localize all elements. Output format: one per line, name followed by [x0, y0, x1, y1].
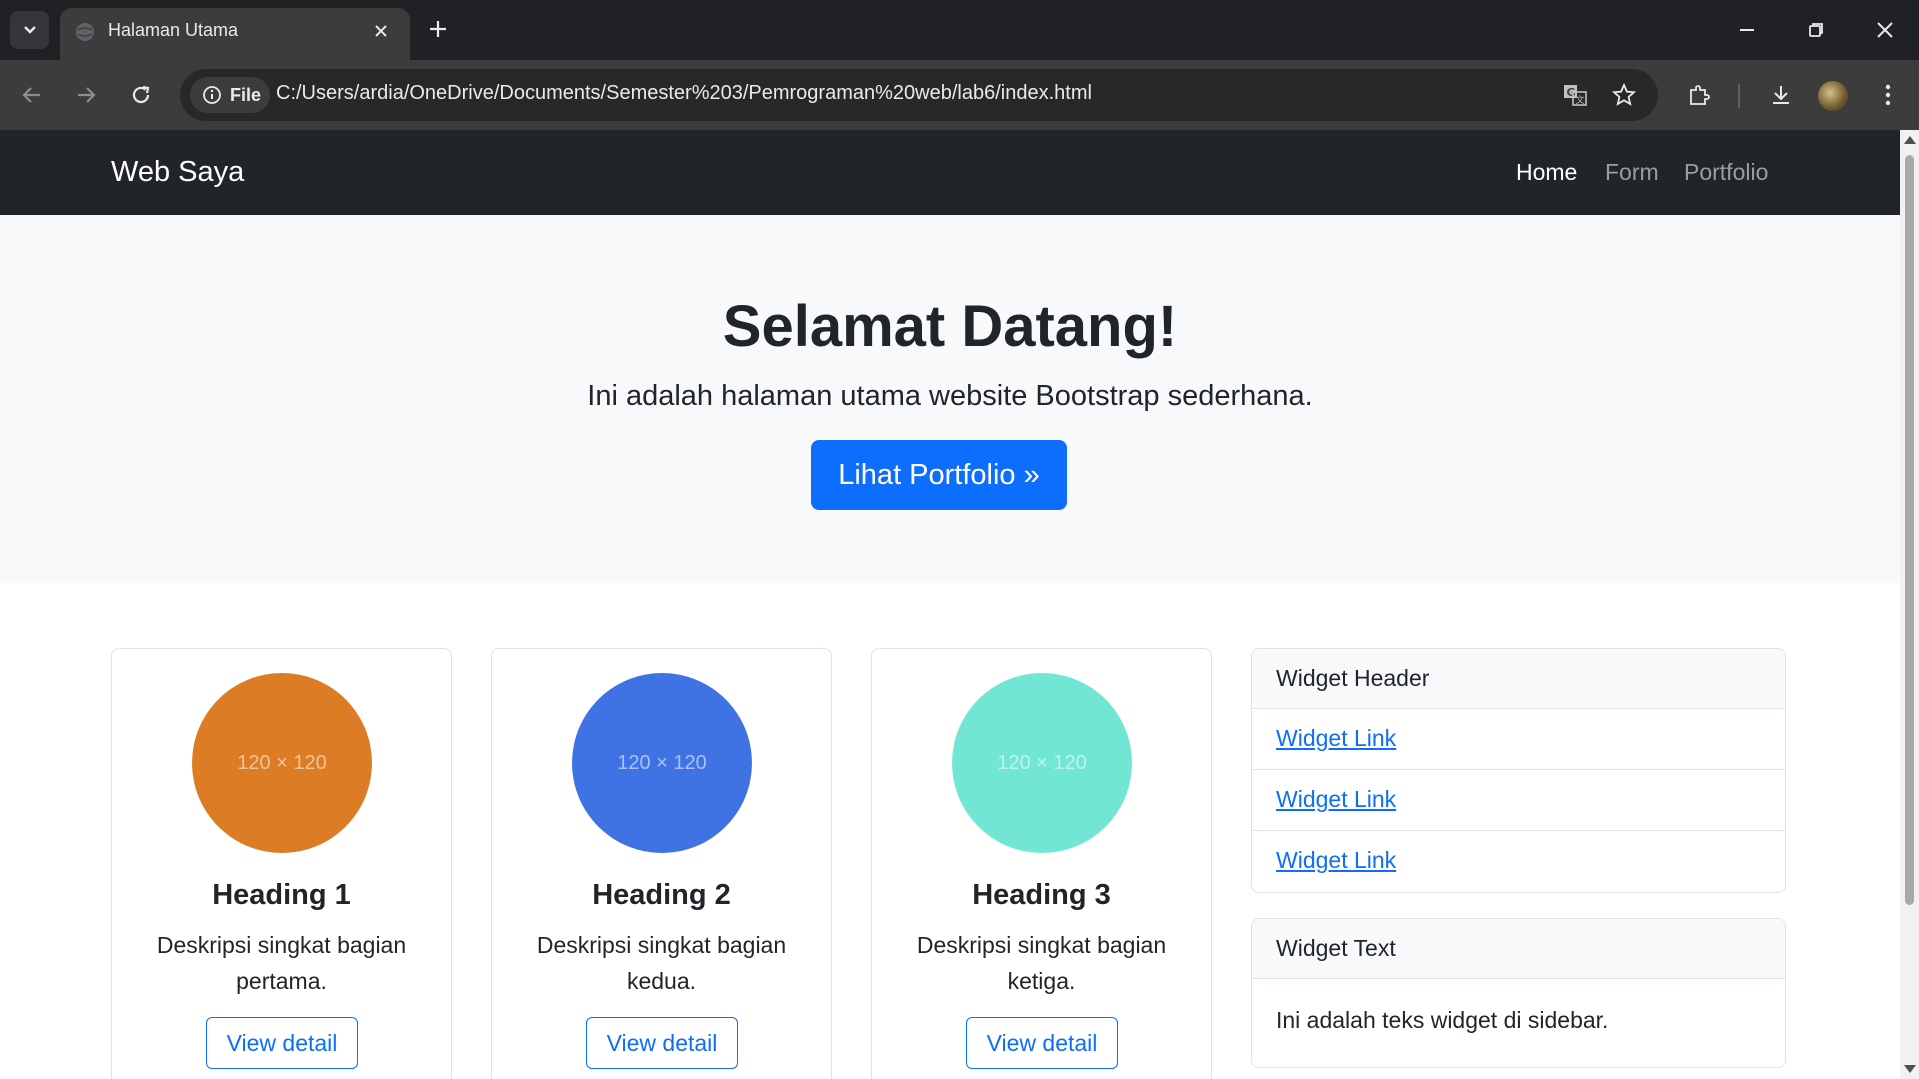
card-description: Deskripsi singkat bagian ketiga.: [916, 932, 1167, 994]
widget-header: Widget Text: [1252, 919, 1785, 979]
scroll-up-arrow[interactable]: [1904, 136, 1916, 144]
svg-text:文: 文: [1576, 94, 1585, 106]
nav-link-form[interactable]: Form: [1605, 159, 1659, 186]
view-detail-button[interactable]: View detail: [586, 1017, 738, 1069]
close-tab-button[interactable]: [370, 20, 392, 42]
hero-lead: Ini adalah halaman utama website Bootstr…: [587, 380, 1313, 412]
list-item: Widget Link: [1252, 831, 1785, 892]
page-scrollbar[interactable]: [1900, 130, 1919, 1079]
reload-button[interactable]: [123, 77, 159, 113]
card-description: Deskripsi singkat bagian kedua.: [536, 932, 787, 994]
scroll-down-arrow[interactable]: [1904, 1065, 1916, 1073]
navbar-brand[interactable]: Web Saya: [111, 156, 244, 189]
minimize-button[interactable]: [1724, 12, 1770, 48]
downloads-button[interactable]: [1763, 77, 1799, 113]
close-window-button[interactable]: [1862, 12, 1908, 48]
scrollbar-thumb[interactable]: [1905, 155, 1914, 905]
browser-tab-bar: Halaman Utama: [0, 0, 1919, 60]
info-icon: [203, 86, 221, 104]
widget-link[interactable]: Widget Link: [1276, 847, 1396, 873]
close-icon: [1877, 22, 1893, 38]
close-icon: [375, 25, 387, 37]
arrow-right-icon: [78, 87, 96, 103]
hero-title: Selamat Datang!: [722, 294, 1178, 359]
browser-toolbar: File C:/Users/ardia/OneDrive/Documents/S…: [0, 60, 1919, 130]
plus-icon: [430, 21, 446, 37]
card-heading: Heading 1: [212, 879, 351, 911]
site-info-chip[interactable]: File: [190, 77, 270, 113]
forward-button[interactable]: [68, 77, 104, 113]
view-detail-button[interactable]: View detail: [966, 1017, 1118, 1069]
translate-button[interactable]: G文: [1561, 81, 1589, 109]
bookmark-button[interactable]: [1610, 81, 1638, 109]
nav-link-portfolio[interactable]: Portfolio: [1684, 159, 1768, 186]
widget-header: Widget Header: [1252, 649, 1785, 709]
placeholder-image: 120 × 120: [572, 673, 752, 853]
feature-card-1: 120 × 120 Heading 1 Deskripsi singkat ba…: [111, 648, 452, 1079]
more-vertical-icon: [1885, 84, 1891, 106]
card-description: Deskripsi singkat bagian pertama.: [156, 932, 407, 994]
url-text[interactable]: C:/Users/ardia/OneDrive/Documents/Semest…: [276, 82, 1092, 105]
chevron-down-icon: [23, 26, 36, 34]
nav-link-home[interactable]: Home: [1516, 159, 1577, 186]
widget-body-text: Ini adalah teks widget di sidebar.: [1276, 1007, 1609, 1033]
download-icon: [1773, 86, 1789, 104]
feature-card-2: 120 × 120 Heading 2 Deskripsi singkat ba…: [491, 648, 832, 1079]
minimize-icon: [1740, 29, 1754, 31]
restore-button[interactable]: [1793, 12, 1839, 48]
toolbar-divider: [1738, 84, 1740, 108]
portfolio-button[interactable]: Lihat Portfolio »: [811, 440, 1067, 510]
site-chip-label: File: [230, 84, 262, 105]
globe-icon: [76, 23, 94, 41]
tab-title: Halaman Utama: [108, 20, 239, 40]
widget-links-card: Widget Header Widget Link Widget Link Wi…: [1251, 648, 1786, 893]
restore-icon: [1809, 23, 1823, 37]
back-button[interactable]: [14, 77, 50, 113]
star-icon: [1612, 83, 1636, 106]
page-viewport: Web Saya Home Form Portfolio Selamat Dat…: [0, 130, 1900, 1079]
translate-icon: G文: [1564, 85, 1587, 106]
list-item: Widget Link: [1252, 709, 1785, 770]
hero-section: Selamat Datang! Ini adalah halaman utama…: [0, 215, 1900, 583]
card-heading: Heading 2: [592, 879, 731, 911]
tab-search-button[interactable]: [10, 11, 49, 49]
widget-text-card: Widget Text Ini adalah teks widget di si…: [1251, 918, 1786, 1068]
list-item: Widget Link: [1252, 770, 1785, 831]
new-tab-button[interactable]: [424, 15, 452, 43]
site-navbar: Web Saya Home Form Portfolio: [0, 130, 1900, 215]
browser-tab[interactable]: Halaman Utama: [60, 8, 410, 60]
card-heading: Heading 3: [972, 879, 1111, 911]
profile-avatar[interactable]: [1818, 81, 1848, 111]
puzzle-icon: [1690, 85, 1710, 105]
address-bar[interactable]: File C:/Users/ardia/OneDrive/Documents/S…: [180, 69, 1658, 121]
placeholder-image: 120 × 120: [192, 673, 372, 853]
feature-card-3: 120 × 120 Heading 3 Deskripsi singkat ba…: [871, 648, 1212, 1079]
arrow-left-icon: [22, 87, 40, 103]
browser-menu-button[interactable]: [1870, 77, 1906, 113]
placeholder-image: 120 × 120: [952, 673, 1132, 853]
view-detail-button[interactable]: View detail: [206, 1017, 358, 1069]
reload-icon: [132, 85, 150, 104]
extensions-button[interactable]: [1681, 77, 1717, 113]
widget-link[interactable]: Widget Link: [1276, 725, 1396, 751]
widget-link[interactable]: Widget Link: [1276, 786, 1396, 812]
